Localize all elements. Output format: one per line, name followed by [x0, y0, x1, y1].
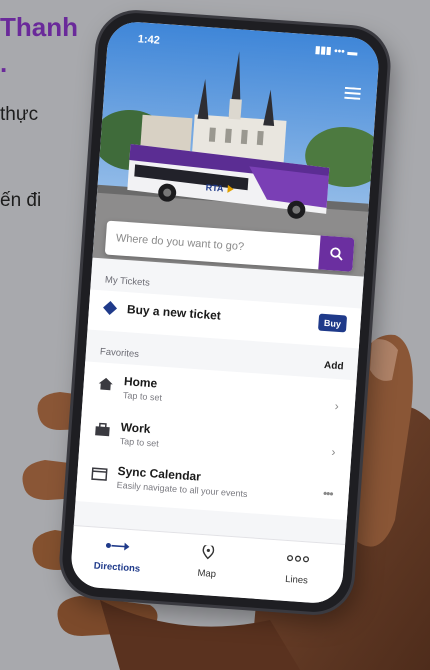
content-panel: My Tickets Buy a new ticket Buy Favorite… — [73, 257, 364, 545]
chevron-right-icon: › — [331, 444, 337, 460]
nav-label: Map — [197, 567, 217, 580]
buy-new-ticket-label: Buy a new ticket — [126, 302, 222, 323]
more-options-icon[interactable]: ••• — [323, 486, 334, 501]
home-icon — [98, 377, 113, 391]
bus-logo-text: RTA — [205, 182, 224, 193]
add-favorite-button[interactable]: Add — [324, 360, 344, 372]
nav-label: Lines — [284, 573, 309, 587]
nav-tab-directions[interactable]: Directions — [76, 526, 160, 591]
favorite-subtitle: Tap to set — [119, 435, 160, 449]
nav-tab-map[interactable]: Map — [165, 533, 249, 598]
phone-device: RTA 1:42 ▮▮▮ ••• ▬ My Tickets — [59, 10, 391, 615]
favorite-subtitle: Tap to set — [122, 390, 163, 403]
directions-icon — [105, 542, 130, 551]
buy-button[interactable]: Buy — [317, 313, 348, 333]
hamburger-menu-icon[interactable] — [344, 86, 361, 100]
nav-tab-lines[interactable]: Lines — [255, 539, 339, 604]
favorite-subtitle: Easily navigate to all your events — [116, 479, 248, 499]
nav-label: Directions — [93, 560, 141, 575]
status-time: 1:42 — [137, 33, 161, 47]
phone-screen: RTA 1:42 ▮▮▮ ••• ▬ My Tickets — [69, 20, 381, 605]
briefcase-icon — [95, 422, 110, 437]
calendar-icon — [91, 467, 108, 481]
my-tickets-label: My Tickets — [104, 274, 151, 289]
status-icons: ▮▮▮ ••• ▬ — [314, 44, 358, 59]
map-pin-icon — [202, 545, 215, 560]
favorite-title: Home — [123, 374, 158, 391]
favorite-title: Work — [120, 420, 151, 437]
favorites-label: Favorites — [99, 346, 140, 361]
search-icon — [330, 247, 343, 261]
search-button[interactable] — [318, 235, 355, 272]
ticket-icon — [103, 300, 118, 315]
lines-icon — [286, 555, 310, 563]
chevron-right-icon: › — [334, 398, 340, 414]
